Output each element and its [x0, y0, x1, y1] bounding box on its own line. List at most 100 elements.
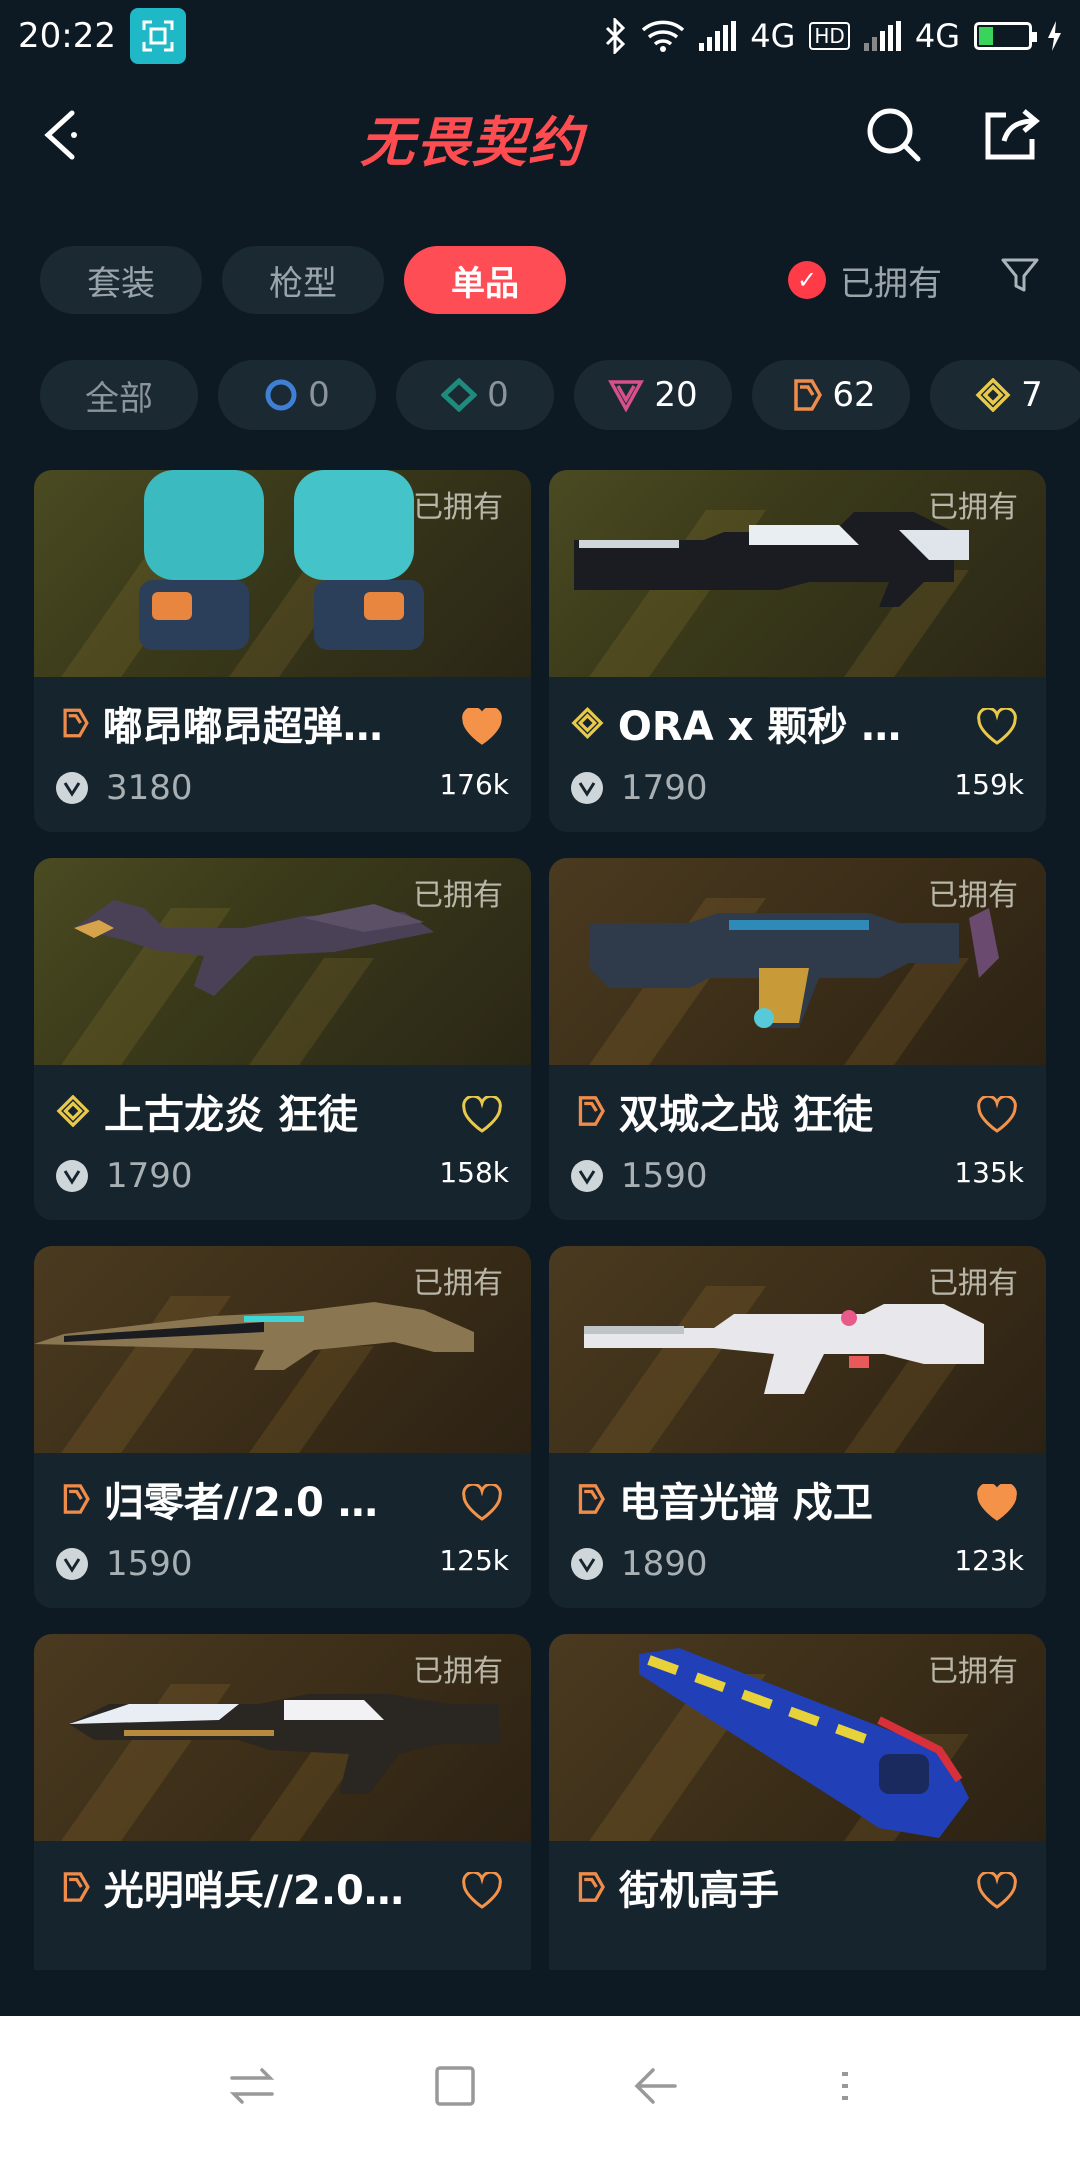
- item-price: 1590: [106, 1544, 193, 1584]
- exclusive-tier-icon: [794, 379, 823, 411]
- vp-coin-icon: [56, 1548, 88, 1580]
- category-tabs: 套装 枪型 单品 ✓ 已拥有: [40, 245, 1040, 315]
- rarity-filter-count: 0: [487, 375, 509, 415]
- item-price: 3180: [106, 768, 193, 808]
- exclusive-tier-icon: [63, 1484, 90, 1514]
- exclusive-tier-icon: [578, 1096, 605, 1126]
- rarity-filter-label: 全部: [85, 378, 153, 419]
- back-icon[interactable]: [40, 107, 80, 167]
- tab-set[interactable]: 套装: [40, 246, 202, 314]
- item-name: 双城之战 狂徒: [619, 1092, 873, 1136]
- item-name: 光明哨兵//2.0 幻: [103, 1868, 416, 1912]
- rarity-filter-count: 62: [832, 375, 876, 415]
- bluetooth-icon: [606, 18, 626, 54]
- rarity-filter-count: 7: [1021, 375, 1043, 415]
- item-card[interactable]: 已拥有 电音光谱 戍卫 1890 123k: [549, 1246, 1046, 1608]
- hd-badge: HD: [809, 22, 850, 50]
- owned-label: 已拥有: [928, 1654, 1018, 1689]
- vp-coin-icon: [571, 1160, 603, 1192]
- owned-label: 已拥有: [928, 1266, 1018, 1301]
- like-count: 158k: [439, 1156, 509, 1189]
- item-card[interactable]: 已拥有 上古龙炎 狂徒 1790 158k: [34, 858, 531, 1220]
- vp-coin-icon: [56, 772, 88, 804]
- network-type-1: 4G: [750, 17, 796, 55]
- item-grid: 已拥有 嘟昂嘟昂超弹力... 3180 176k 已拥有 ORA x 颗秒 冥驹…: [34, 470, 1046, 1970]
- back-nav-icon[interactable]: [633, 2066, 679, 2110]
- owned-label: 已拥有: [413, 878, 503, 913]
- item-card[interactable]: 已拥有 光明哨兵//2.0 幻: [34, 1634, 531, 1970]
- item-name: 归零者//2.0 莽侠: [103, 1480, 416, 1524]
- switch-apps-icon[interactable]: [228, 2066, 276, 2110]
- rarity-filter-exclusive[interactable]: 62: [752, 360, 910, 430]
- item-card[interactable]: 已拥有 街机高手: [549, 1634, 1046, 1970]
- rarity-filter-row: 全部 0 0 20 62 7: [40, 360, 1080, 432]
- owned-label: 已拥有: [928, 490, 1018, 525]
- rarity-filter-select[interactable]: 0: [218, 360, 376, 430]
- charging-icon: [1048, 21, 1061, 51]
- exclusive-tier-icon: [578, 1484, 605, 1514]
- app-header: 无畏契约: [0, 72, 1080, 202]
- owned-filter-toggle[interactable]: ✓ 已拥有: [788, 256, 1040, 305]
- item-price: 1890: [621, 1544, 708, 1584]
- vp-coin-icon: [56, 1160, 88, 1192]
- item-card[interactable]: 已拥有 双城之战 狂徒 1590 135k: [549, 858, 1046, 1220]
- like-count: 159k: [954, 768, 1024, 801]
- ultra-tier-icon: [975, 378, 1011, 412]
- heart-icon[interactable]: [461, 1872, 503, 1910]
- check-icon: ✓: [788, 261, 826, 299]
- heart-icon[interactable]: [461, 708, 503, 746]
- vp-coin-icon: [571, 1548, 603, 1580]
- deluxe-tier-icon: [441, 378, 478, 412]
- owned-label: 已拥有: [413, 1654, 503, 1689]
- item-price: 1590: [621, 1156, 708, 1196]
- item-price: 1790: [106, 1156, 193, 1196]
- select-tier-icon: [265, 379, 297, 411]
- heart-icon[interactable]: [976, 708, 1018, 746]
- owned-label: 已拥有: [413, 1266, 503, 1301]
- heart-icon[interactable]: [976, 1484, 1018, 1522]
- exclusive-tier-icon: [578, 1872, 605, 1902]
- item-name: ORA x 颗秒 冥驹: [617, 704, 931, 748]
- like-count: 176k: [439, 768, 509, 801]
- heart-icon[interactable]: [976, 1096, 1018, 1134]
- heart-icon[interactable]: [461, 1096, 503, 1134]
- item-card[interactable]: 已拥有 归零者//2.0 莽侠 1590 125k: [34, 1246, 531, 1608]
- rarity-filter-deluxe[interactable]: 0: [396, 360, 554, 430]
- ultra-tier-icon: [56, 1095, 90, 1127]
- owned-label: 已拥有: [928, 878, 1018, 913]
- rarity-filter-ultra[interactable]: 7: [930, 360, 1080, 430]
- heart-icon[interactable]: [976, 1872, 1018, 1910]
- heart-icon[interactable]: [461, 1484, 503, 1522]
- like-count: 125k: [439, 1544, 509, 1577]
- signal-icon: [699, 21, 737, 51]
- vp-coin-icon: [571, 772, 603, 804]
- ultra-tier-icon: [571, 707, 604, 739]
- search-icon[interactable]: [864, 105, 924, 169]
- status-bar: 20:22 4G HD 4G: [0, 0, 1080, 72]
- tab-weapon-type[interactable]: 枪型: [222, 246, 384, 314]
- like-count: 135k: [954, 1156, 1024, 1189]
- item-card[interactable]: 已拥有 嘟昂嘟昂超弹力... 3180 176k: [34, 470, 531, 832]
- share-icon[interactable]: [982, 107, 1040, 167]
- exclusive-tier-icon: [63, 708, 89, 738]
- exclusive-tier-icon: [63, 1872, 90, 1902]
- item-price: 1790: [621, 768, 708, 808]
- system-nav-bar: [0, 2016, 1080, 2160]
- tab-single-item[interactable]: 单品: [404, 246, 566, 314]
- home-icon[interactable]: [433, 2064, 477, 2112]
- premium-tier-icon: [608, 380, 645, 412]
- page-title: 无畏契约: [360, 110, 584, 174]
- wifi-icon: [642, 20, 685, 52]
- screenshot-icon: [129, 8, 186, 64]
- menu-icon[interactable]: [836, 2066, 852, 2110]
- owned-label: 已拥有: [413, 490, 503, 525]
- owned-filter-label: 已拥有: [840, 263, 942, 304]
- rarity-filter-premium[interactable]: 20: [574, 360, 732, 430]
- network-type-2: 4G: [914, 17, 960, 55]
- item-card[interactable]: 已拥有 ORA x 颗秒 冥驹 1790 159k: [549, 470, 1046, 832]
- item-name: 嘟昂嘟昂超弹力...: [102, 704, 416, 748]
- rarity-filter-count: 20: [654, 375, 698, 415]
- rarity-filter-all[interactable]: 全部: [40, 360, 198, 430]
- filter-icon[interactable]: [1000, 256, 1040, 305]
- item-name: 街机高手: [619, 1868, 779, 1912]
